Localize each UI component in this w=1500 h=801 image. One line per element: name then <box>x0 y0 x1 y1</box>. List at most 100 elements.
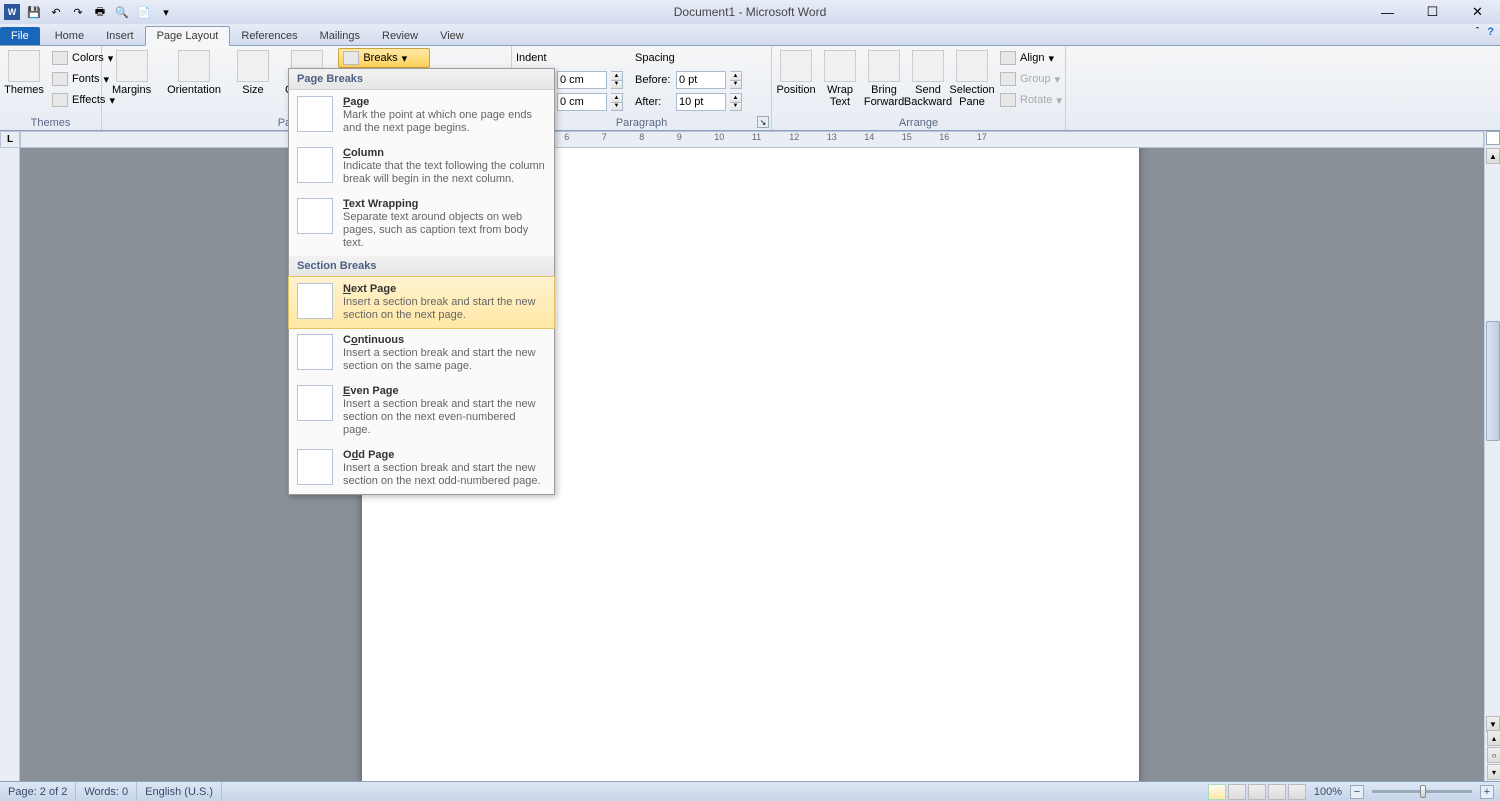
view-print-layout[interactable] <box>1208 784 1226 800</box>
window-controls: — ☐ ✕ <box>1365 2 1500 22</box>
browse-object-button[interactable]: ○ <box>1487 747 1500 763</box>
spacing-after-spinner[interactable]: ▲▼ <box>730 93 742 111</box>
qat-more-icon[interactable]: ▾ <box>158 4 174 20</box>
breaks-button[interactable]: Breaks ▾ <box>338 48 430 68</box>
new-icon[interactable]: 📄 <box>136 4 152 20</box>
help-icon[interactable]: ? <box>1487 26 1494 38</box>
odd-page-break-icon <box>297 449 333 485</box>
position-button[interactable]: Position <box>776 48 816 98</box>
tab-mailings[interactable]: Mailings <box>309 27 371 45</box>
zoom-out-button[interactable]: − <box>1350 785 1364 799</box>
vertical-scrollbar[interactable]: ▲ ▼ ▴ ○ ▾ <box>1484 131 1500 781</box>
zoom-slider[interactable] <box>1372 790 1472 793</box>
break-next-page[interactable]: Next PageInsert a section break and star… <box>289 277 554 328</box>
even-page-break-icon <box>297 385 333 421</box>
print-icon[interactable]: 🖶 <box>92 4 108 20</box>
ruler-toggle-button[interactable] <box>1486 131 1500 145</box>
minimize-ribbon-icon[interactable]: ˆ <box>1476 26 1480 38</box>
minimize-button[interactable]: — <box>1365 2 1410 22</box>
size-button[interactable]: Size <box>231 48 275 98</box>
bring-forward-button[interactable]: Bring Forward <box>864 48 904 110</box>
vertical-ruler[interactable] <box>0 148 20 781</box>
wrap-text-icon <box>824 50 856 82</box>
horizontal-ruler[interactable]: 34567891011121314151617 <box>20 131 1484 148</box>
fonts-icon <box>52 72 68 86</box>
bring-forward-icon <box>868 50 900 82</box>
document-canvas[interactable] <box>20 148 1484 781</box>
indent-left-spinner[interactable]: ▲▼ <box>611 71 623 89</box>
tab-file[interactable]: File <box>0 27 40 45</box>
close-button[interactable]: ✕ <box>1455 2 1500 22</box>
themes-icon <box>8 50 40 82</box>
text-wrapping-break-icon <box>297 198 333 234</box>
break-continuous[interactable]: ContinuousInsert a section break and sta… <box>289 328 554 379</box>
word-icon[interactable]: W <box>4 4 20 20</box>
indent-right-spinner[interactable]: ▲▼ <box>611 93 623 111</box>
view-full-screen[interactable] <box>1228 784 1246 800</box>
indent-right-input[interactable]: 0 cm <box>557 93 607 111</box>
tab-review[interactable]: Review <box>371 27 429 45</box>
group-arrange: Position Wrap Text Bring Forward Send Ba… <box>772 46 1066 130</box>
indent-left-input[interactable]: 0 cm <box>557 71 607 89</box>
selection-pane-icon <box>956 50 988 82</box>
column-break-icon <box>297 147 333 183</box>
tab-page-layout[interactable]: Page Layout <box>145 26 231 46</box>
wrap-text-button[interactable]: Wrap Text <box>820 48 860 110</box>
tab-view[interactable]: View <box>429 27 475 45</box>
preview-icon[interactable]: 🔍 <box>114 4 130 20</box>
undo-icon[interactable]: ↶ <box>48 4 64 20</box>
break-even-page[interactable]: Even PageInsert a section break and star… <box>289 379 554 443</box>
view-web-layout[interactable] <box>1248 784 1266 800</box>
group-button[interactable]: Group ▾ <box>996 69 1066 89</box>
themes-button[interactable]: Themes <box>4 48 44 98</box>
align-icon <box>1000 51 1016 65</box>
tab-insert[interactable]: Insert <box>95 27 145 45</box>
ribbon-tabs: File Home Insert Page Layout References … <box>0 24 1500 46</box>
orientation-button[interactable]: Orientation <box>161 48 227 98</box>
window-title: Document1 - Microsoft Word <box>674 5 827 19</box>
status-words[interactable]: Words: 0 <box>76 782 137 801</box>
zoom-in-button[interactable]: + <box>1480 785 1494 799</box>
status-language[interactable]: English (U.S.) <box>137 782 222 801</box>
send-backward-icon <box>912 50 944 82</box>
spacing-before-input[interactable]: 0 pt <box>676 71 726 89</box>
orientation-icon <box>178 50 210 82</box>
redo-icon[interactable]: ↷ <box>70 4 86 20</box>
prev-page-button[interactable]: ▴ <box>1487 730 1500 746</box>
title-bar: W 💾 ↶ ↷ 🖶 🔍 📄 ▾ Document1 - Microsoft Wo… <box>0 0 1500 24</box>
position-icon <box>780 50 812 82</box>
tab-home[interactable]: Home <box>44 27 95 45</box>
break-page[interactable]: PageMark the point at which one page end… <box>289 90 554 141</box>
margins-button[interactable]: Margins <box>106 48 157 98</box>
save-icon[interactable]: 💾 <box>26 4 42 20</box>
paragraph-dialog-launcher[interactable]: ↘ <box>757 116 769 128</box>
page-breaks-header: Page Breaks <box>289 69 554 90</box>
next-page-button[interactable]: ▾ <box>1487 764 1500 780</box>
zoom-level[interactable]: 100% <box>1314 786 1342 798</box>
status-bar: Page: 2 of 2 Words: 0 English (U.S.) 100… <box>0 781 1500 801</box>
zoom-slider-thumb[interactable] <box>1420 785 1426 798</box>
break-odd-page[interactable]: Odd PageInsert a section break and start… <box>289 443 554 494</box>
scroll-up-button[interactable]: ▲ <box>1486 148 1500 164</box>
spacing-after-input[interactable]: 10 pt <box>676 93 726 111</box>
effects-icon <box>52 93 68 107</box>
selection-pane-button[interactable]: Selection Pane <box>952 48 992 110</box>
rotate-button[interactable]: Rotate ▾ <box>996 90 1066 110</box>
page-break-icon <box>297 96 333 132</box>
align-button[interactable]: Align ▾ <box>996 48 1066 68</box>
quick-access-toolbar: W 💾 ↶ ↷ 🖶 🔍 📄 ▾ <box>0 4 174 20</box>
tab-alignment-button[interactable]: L <box>0 131 20 148</box>
breaks-dropdown: Page Breaks PageMark the point at which … <box>288 68 555 495</box>
view-draft[interactable] <box>1288 784 1306 800</box>
tab-references[interactable]: References <box>230 27 308 45</box>
spacing-header: Spacing <box>635 48 742 68</box>
break-text-wrapping[interactable]: Text WrappingSeparate text around object… <box>289 192 554 256</box>
break-column[interactable]: ColumnIndicate that the text following t… <box>289 141 554 192</box>
send-backward-button[interactable]: Send Backward <box>908 48 948 110</box>
view-outline[interactable] <box>1268 784 1286 800</box>
maximize-button[interactable]: ☐ <box>1410 2 1455 22</box>
indent-header: Indent <box>516 48 623 68</box>
status-page[interactable]: Page: 2 of 2 <box>0 782 76 801</box>
scroll-thumb[interactable] <box>1486 321 1500 441</box>
spacing-before-spinner[interactable]: ▲▼ <box>730 71 742 89</box>
